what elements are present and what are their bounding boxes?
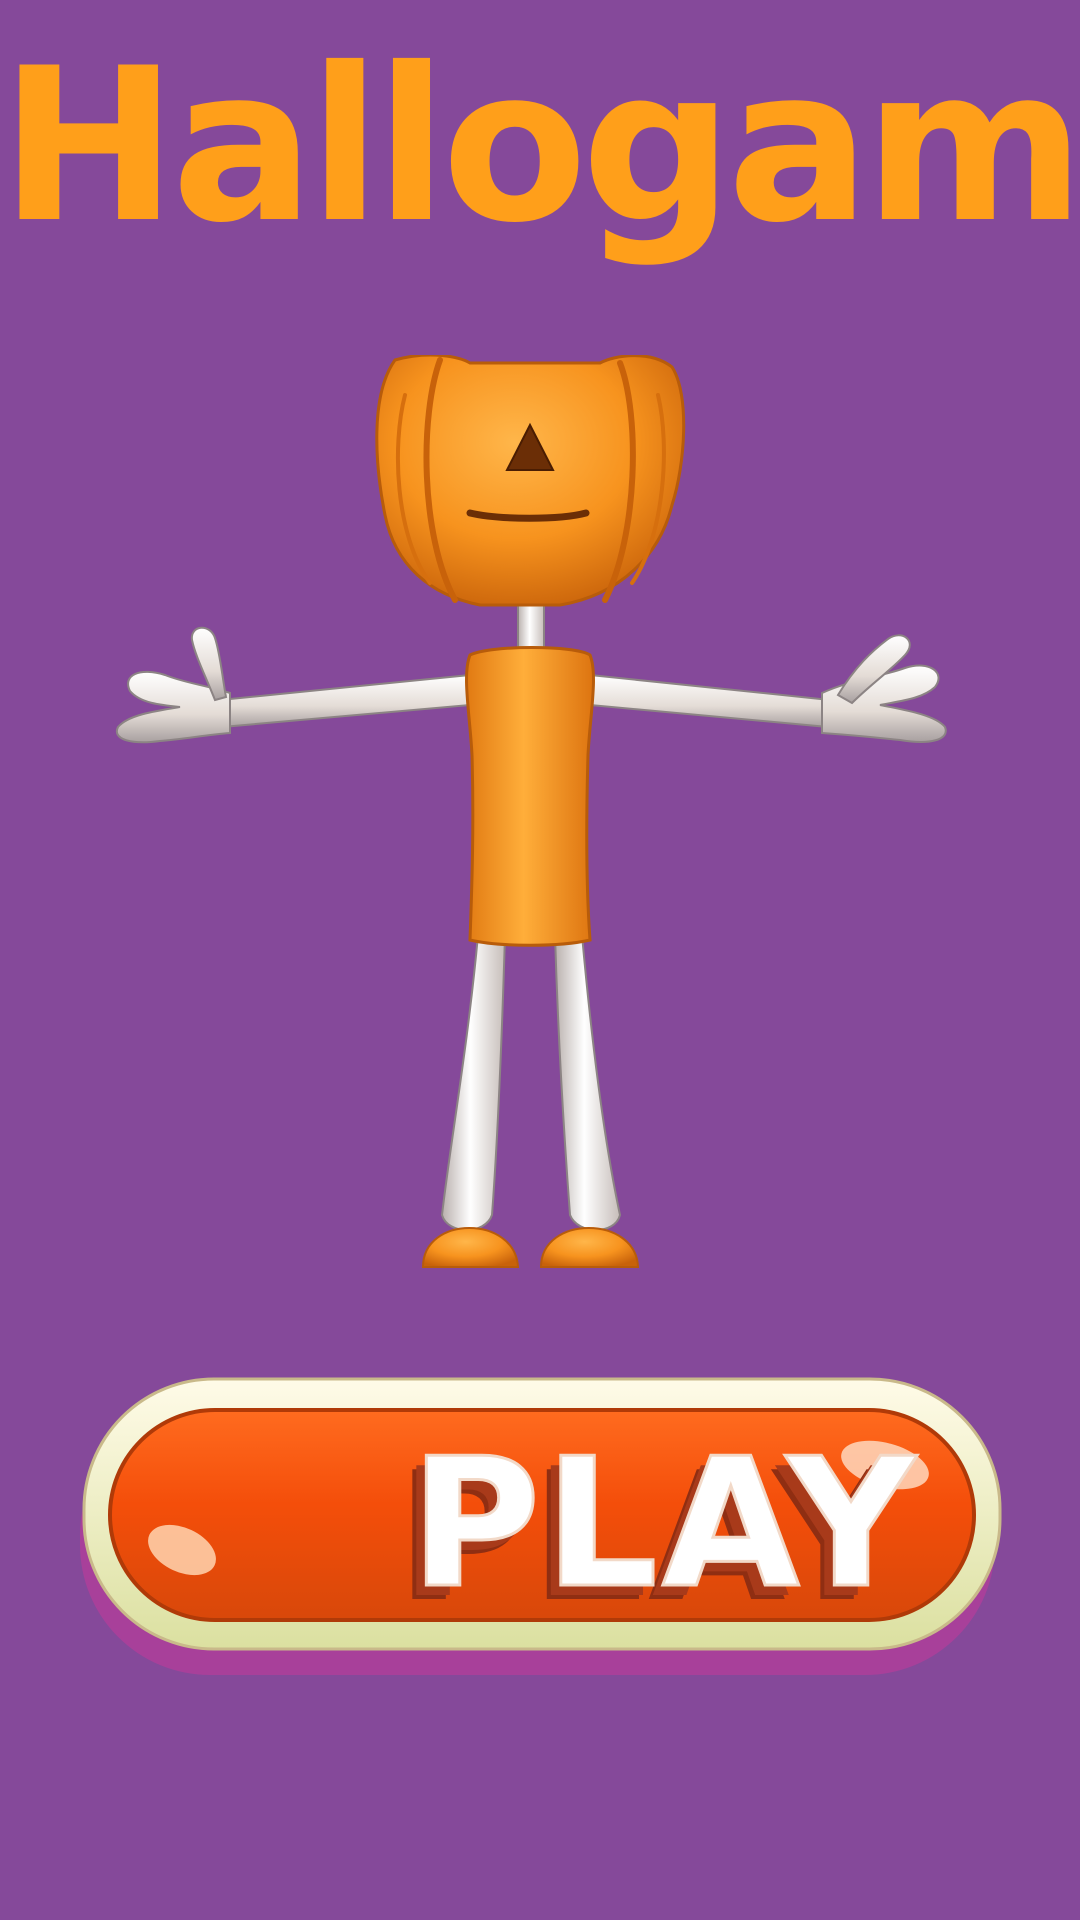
pumpkin-head-character bbox=[115, 355, 947, 1268]
right-arm bbox=[589, 634, 947, 743]
body bbox=[465, 646, 595, 947]
legs bbox=[440, 934, 622, 1231]
pumpkin-head bbox=[375, 355, 686, 607]
title-screen: Hallogame bbox=[0, 0, 1080, 1920]
game-title: Hallogame bbox=[0, 22, 1080, 269]
left-arm bbox=[115, 626, 471, 744]
play-button[interactable]: PLAY bbox=[80, 1375, 1004, 1693]
feet bbox=[421, 1227, 640, 1268]
play-button-label: PLAY bbox=[409, 1420, 920, 1627]
